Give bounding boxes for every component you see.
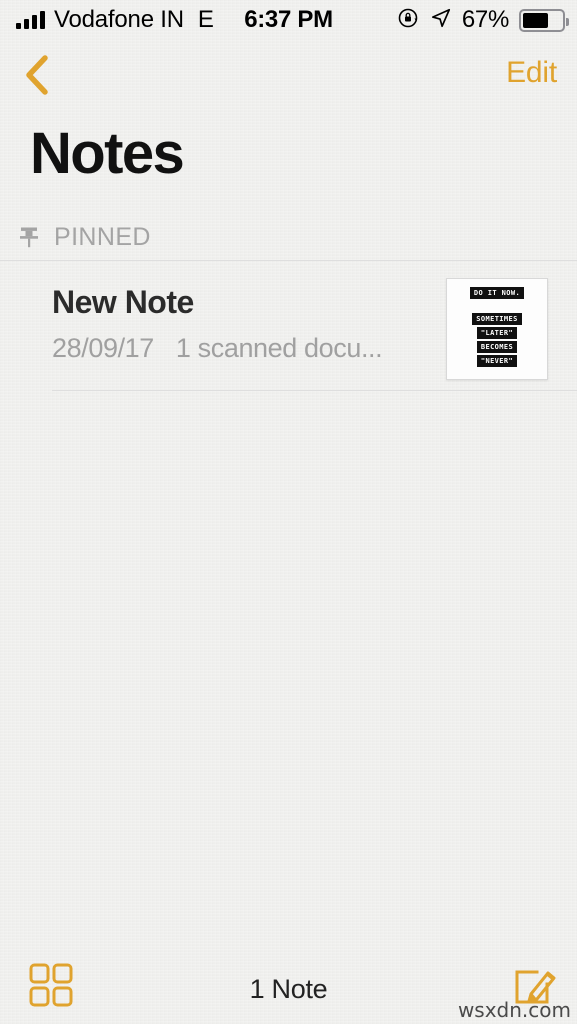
section-header-pinned: PINNED xyxy=(0,214,577,260)
note-thumbnail[interactable]: DO IT NOW. SOMETIMES "LATER" BECOMES "NE… xyxy=(446,278,548,380)
navigation-bar: Edit xyxy=(0,44,577,106)
edit-button[interactable]: Edit xyxy=(506,56,557,90)
status-bar-right: 67% xyxy=(396,6,569,35)
back-button[interactable] xyxy=(14,50,60,100)
battery-icon xyxy=(519,8,569,32)
rotation-lock-icon xyxy=(396,6,420,35)
thumbnail-text-line: DO IT NOW. xyxy=(469,287,525,299)
page-title: Notes xyxy=(30,121,185,186)
note-date: 28/09/17 xyxy=(52,333,154,363)
thumbnail-text-line: "NEVER" xyxy=(476,355,518,367)
note-text-block: New Note 28/09/17 1 scanned docu... xyxy=(52,284,383,364)
thumbnail-text-line: BECOMES xyxy=(476,341,518,353)
thumbnail-text-line: "LATER" xyxy=(476,327,518,339)
section-label: PINNED xyxy=(54,222,151,251)
status-bar: Vodafone IN E 6:37 PM 67% xyxy=(0,0,577,40)
site-watermark: wsxdn.com xyxy=(457,998,571,1022)
note-title: New Note xyxy=(52,284,194,320)
location-arrow-icon xyxy=(430,7,452,34)
thumbnail-text-line: SOMETIMES xyxy=(472,313,522,325)
battery-percent-label: 67% xyxy=(461,6,509,33)
divider-under-pinned xyxy=(0,260,577,261)
note-meta: 28/09/17 1 scanned docu... xyxy=(52,333,383,364)
divider-under-note xyxy=(52,390,577,391)
pin-icon xyxy=(16,224,42,250)
note-preview: 1 scanned docu... xyxy=(175,333,383,363)
